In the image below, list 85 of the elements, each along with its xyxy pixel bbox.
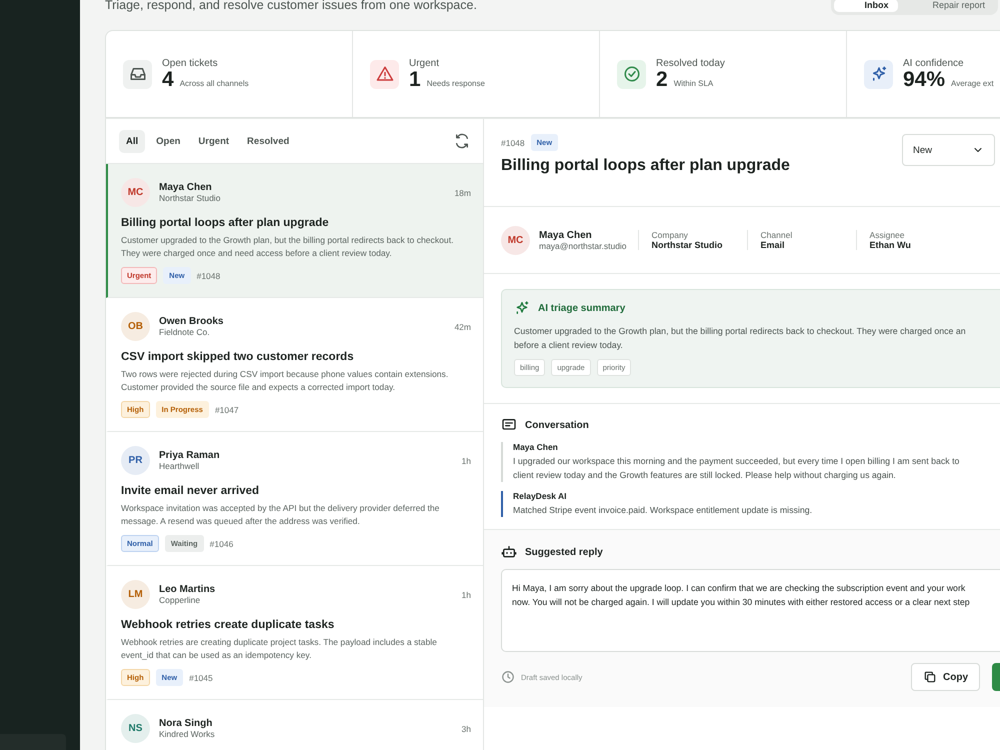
filter-tab[interactable]: Urgent	[191, 130, 236, 152]
ticket-time: 1h	[462, 590, 471, 600]
clock-icon	[501, 670, 515, 684]
customer-name: Nora Singh	[159, 718, 214, 729]
company-name: Fieldnote Co.	[159, 327, 211, 337]
robot-icon	[501, 544, 517, 560]
filter-tab[interactable]: Resolved	[240, 130, 296, 152]
ticket-time: 3h	[462, 724, 471, 734]
ticket-title: Billing portal loops after plan upgrade	[121, 217, 330, 229]
stat-value: 1	[409, 68, 421, 90]
company-name: Kindred Works	[159, 729, 215, 739]
customer-name: Leo Martins	[159, 584, 216, 595]
avatar: MC	[501, 226, 530, 254]
stat-note: Average ext	[951, 78, 994, 88]
section-title: Suggested reply	[525, 546, 603, 558]
ticket-title: Invite email never arrived	[121, 485, 260, 497]
field-value: Email	[760, 240, 786, 250]
inbox-icon	[128, 65, 146, 83]
reply-field[interactable]: Hi Maya, I am sorry about the upgrade loop. I can confirm that we are checking the subscription event and your work now. You will not be charged again. I will update you within 30 minutes with either restored access or a clear next step	[501, 569, 1000, 652]
ticket-id: #1047	[214, 404, 239, 414]
page-subtitle: Triage, respond, and resolve customer issues from one workspace.	[105, 0, 477, 12]
customer-name: Maya Chen	[539, 230, 593, 240]
filter-tab[interactable]: All	[119, 130, 146, 152]
message-author: Maya Chen	[513, 442, 559, 452]
view-tab[interactable]: Inbox	[834, 0, 898, 12]
stat-label: Urgent	[409, 58, 440, 68]
avatar: PR	[121, 446, 150, 475]
avatar: OB	[121, 312, 150, 341]
ticket-time: 18m	[454, 188, 471, 198]
copy-icon	[923, 670, 937, 684]
stat-note: Needs response	[426, 78, 485, 88]
stat-label: AI confidence	[903, 58, 965, 68]
field-label: Assignee	[870, 230, 906, 240]
ticket-summary: Workspace invitation was accepted by the API but the delivery provider deferred the message. A resend was queued after the address was verified.	[121, 502, 440, 528]
avatar: MC	[121, 178, 150, 207]
ticket-summary: Customer upgraded to the Growth plan, but the billing portal redirects back to checkout. They were charged once and need access before a client review today.	[121, 234, 454, 260]
stat-value: 2	[656, 68, 668, 90]
field-label: Company	[652, 230, 689, 240]
stat-note: Within SLA	[674, 78, 714, 88]
customer-email: maya@northstar.studio	[539, 240, 627, 250]
summary-title: AI triage summary	[538, 302, 626, 314]
ticket-id: #1045	[189, 672, 213, 682]
filter-tab[interactable]: Open	[149, 130, 188, 152]
message-text: Matched Stripe event invoice.paid. Workspace entitlement update is missing.	[513, 504, 814, 517]
stat-value: 4	[162, 68, 174, 90]
ticket-time: 1h	[462, 456, 471, 466]
ticket-card[interactable]	[106, 164, 483, 298]
status-dropdown[interactable]: New	[902, 134, 995, 166]
company-name: Copperline	[159, 595, 202, 605]
ticket-id: #1048	[501, 138, 525, 148]
stat-label: Resolved today	[656, 58, 725, 68]
ticket-card[interactable]: NS Nora Singh Kindred Works 3h	[106, 700, 483, 750]
ticket-summary: Two rows were rejected during CSV import because phone values contain extensions. Customer provided the source file and expects a corrected import today.	[121, 368, 450, 394]
ticket-id: #1048	[196, 270, 220, 280]
ticket-title: Webhook retries create duplicate tasks	[121, 619, 336, 631]
sparkle-icon	[514, 300, 530, 316]
ticket-title: Billing portal loops after plan upgrade	[501, 157, 790, 175]
field-label: Channel	[760, 230, 794, 240]
warning-icon	[376, 65, 394, 83]
avatar: NS	[121, 714, 150, 743]
stat-label: Open tickets	[162, 58, 219, 68]
ticket-id: #1046	[210, 538, 234, 548]
avatar: LM	[121, 580, 150, 609]
customer-name: Owen Brooks	[159, 316, 224, 327]
field-value: Ethan Wu	[870, 240, 912, 250]
ticket-summary: Webhook retries are creating duplicate project tasks. The payload includes a stable event_id that can be used as an idempotency key.	[121, 636, 438, 662]
view-tab[interactable]: Repair report	[902, 0, 995, 12]
stat-note: Across all channels	[180, 78, 249, 88]
message-author: RelayDesk AI	[513, 491, 568, 501]
primary-button[interactable]	[992, 663, 1000, 691]
summary-text: Customer upgraded to the Growth plan, but the billing portal redirects back to checkout. They were charged once an before a client review today.	[514, 325, 967, 352]
refresh-button[interactable]	[454, 133, 470, 149]
message-text: I upgraded our workspace this morning and the payment succeeded, but every time I open billing I am sent back to client review today and the Growth features are still locked. Please help without charging us again.	[513, 455, 960, 482]
company-name: Hearthwell	[159, 461, 200, 471]
ticket-title: CSV import skipped two customer records	[121, 351, 355, 363]
copy-button[interactable]: Copy	[911, 663, 980, 691]
check-circle-icon	[622, 65, 640, 83]
customer-name: Priya Raman	[159, 450, 220, 461]
customer-name: Maya Chen	[159, 182, 213, 193]
ticket-time: 42m	[454, 322, 471, 332]
company-name: Northstar Studio	[159, 193, 220, 203]
stat-value: 94%	[903, 68, 946, 90]
field-value: Northstar Studio	[652, 240, 724, 250]
refresh-icon	[454, 133, 470, 149]
section-title: Conversation	[525, 420, 589, 430]
